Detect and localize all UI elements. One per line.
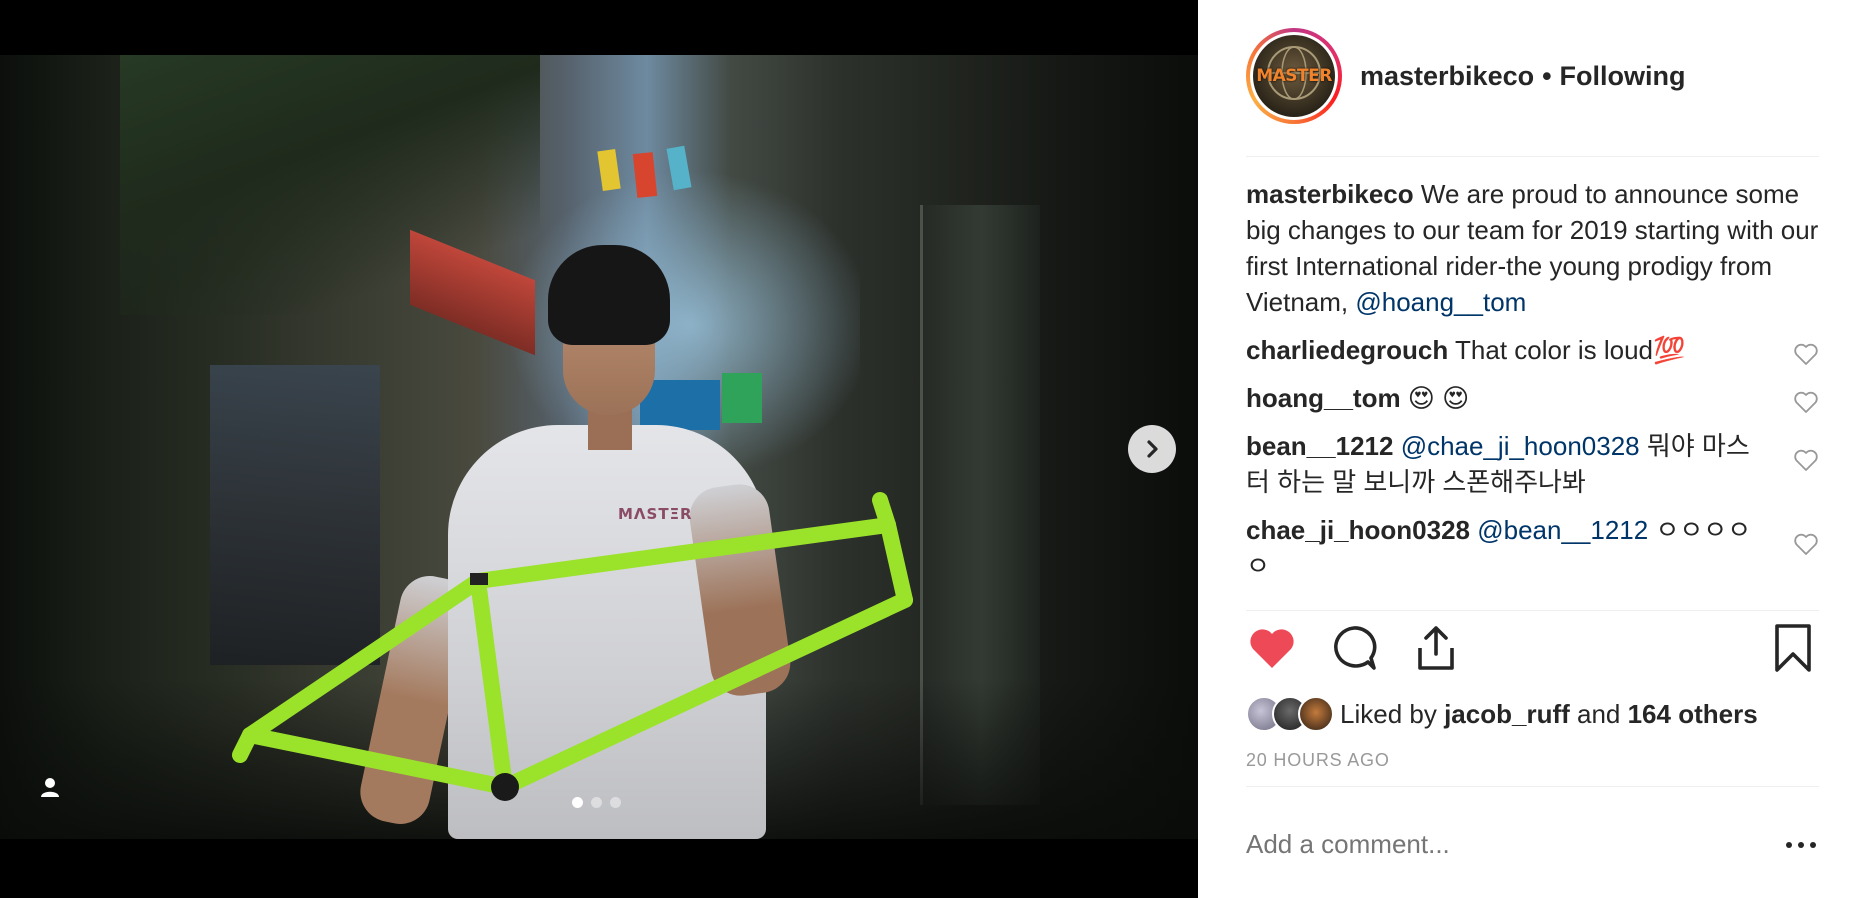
post-detail-panel: MASTER masterbikeco • Following masterbi…: [1198, 0, 1866, 898]
post-media: MΛSTΞR: [0, 0, 1198, 898]
bike-frame: [232, 492, 913, 801]
avatar-image: MASTER: [1253, 35, 1335, 117]
comment-mention[interactable]: @chae_ji_hoon0328: [1401, 431, 1640, 461]
post-timestamp[interactable]: 20 HOURS AGO: [1246, 750, 1390, 771]
chevron-right-icon: [1147, 440, 1158, 458]
comment-username[interactable]: chae_ji_hoon0328: [1246, 515, 1470, 545]
header-divider: [1246, 156, 1819, 157]
bookmark-icon[interactable]: [1767, 622, 1819, 674]
likes-others-link[interactable]: 164 others: [1628, 699, 1758, 729]
comment-mention[interactable]: @bean__1212: [1477, 515, 1648, 545]
more-options-icon[interactable]: [1786, 838, 1822, 852]
carousel-dot: [591, 797, 602, 808]
comment-item: chae_ji_hoon0328 @bean__1212 ㅇㅇㅇㅇㅇ: [1246, 512, 1819, 584]
liker-username[interactable]: jacob_ruff: [1444, 699, 1570, 729]
comment-text: That color is loud💯: [1448, 335, 1686, 365]
likes-label: Liked by jacob_ruff and 164 others: [1340, 699, 1758, 730]
carousel-dot: [610, 797, 621, 808]
author-avatar[interactable]: MASTER: [1246, 28, 1342, 124]
comments-list[interactable]: masterbikeco We are proud to announce so…: [1246, 176, 1819, 608]
comment-username[interactable]: hoang__tom: [1246, 383, 1401, 413]
user-tag-button[interactable]: [36, 773, 64, 801]
comment-like-icon[interactable]: [1793, 448, 1819, 472]
comment-like-icon[interactable]: [1793, 342, 1819, 366]
comments-divider: [1246, 610, 1819, 611]
follow-button[interactable]: Following: [1560, 61, 1686, 92]
avatar-logo-text: MASTER: [1256, 66, 1332, 86]
post-actions: [1246, 622, 1819, 678]
post-photo[interactable]: MΛSTΞR: [0, 55, 1198, 839]
carousel-indicator: [572, 797, 621, 808]
comment-item: charliedegrouch That color is loud💯: [1246, 332, 1819, 368]
user-tag-icon: [41, 778, 59, 797]
header-separator: •: [1542, 60, 1552, 91]
liker-avatars[interactable]: [1246, 696, 1334, 732]
avatar: [1298, 696, 1334, 732]
likes-summary: Liked by jacob_ruff and 164 others: [1246, 694, 1758, 734]
share-icon[interactable]: [1410, 622, 1462, 674]
comment-like-icon[interactable]: [1793, 390, 1819, 414]
author-username[interactable]: masterbikeco: [1360, 61, 1534, 92]
post-caption: masterbikeco We are proud to announce so…: [1246, 176, 1819, 320]
post-header: MASTER masterbikeco • Following: [1246, 26, 1819, 126]
likes-middle: and: [1569, 698, 1628, 729]
comment-text: 😍 😍: [1400, 383, 1470, 413]
comment-icon[interactable]: [1328, 622, 1380, 674]
comment-item: bean__1212 @chae_ji_hoon0328 뭐야 마스터 하는 말…: [1246, 428, 1819, 500]
comment-username[interactable]: bean__1212: [1246, 431, 1393, 461]
comment-item: hoang__tom 😍 😍: [1246, 380, 1819, 416]
carousel-dot: [572, 797, 583, 808]
input-divider: [1246, 786, 1819, 787]
comment-username[interactable]: charliedegrouch: [1246, 335, 1448, 365]
heart-filled-icon[interactable]: [1246, 622, 1298, 674]
caption-mention[interactable]: @hoang__tom: [1355, 287, 1526, 317]
caption-username[interactable]: masterbikeco: [1246, 179, 1414, 209]
comment-like-icon[interactable]: [1793, 532, 1819, 556]
likes-prefix: Liked by: [1340, 698, 1445, 729]
comment-input[interactable]: [1246, 818, 1766, 870]
carousel-next-button[interactable]: [1128, 425, 1176, 473]
